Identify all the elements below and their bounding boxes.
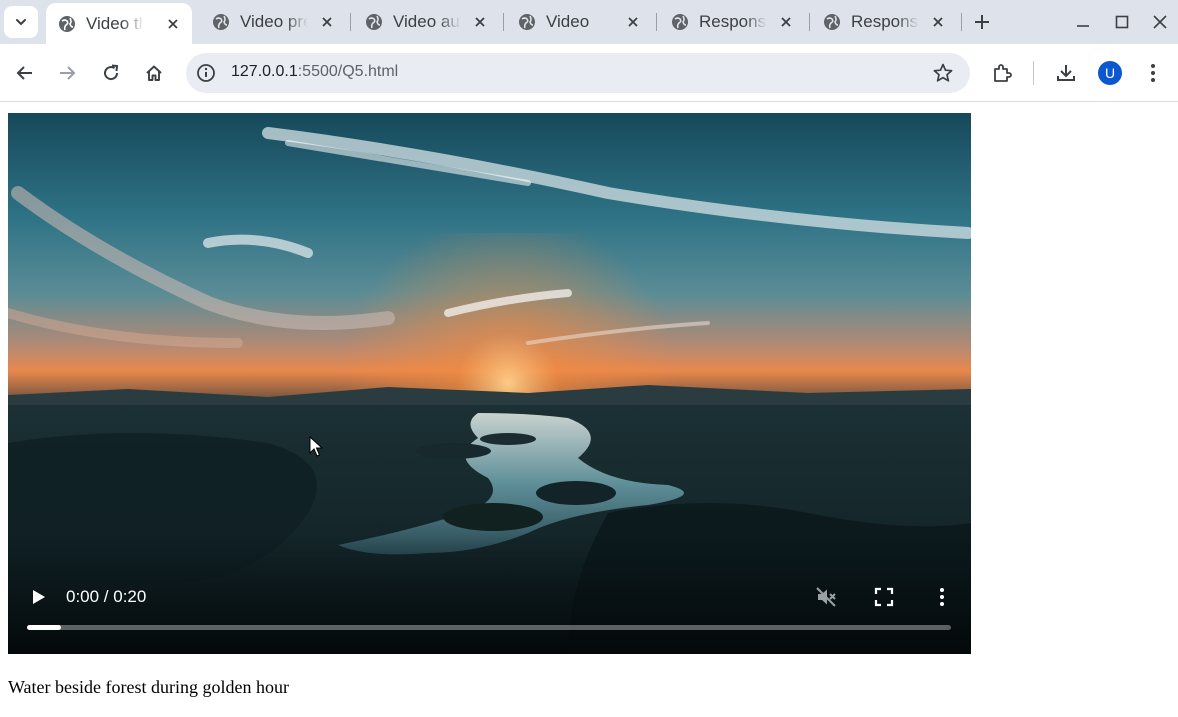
toolbar-separator <box>1033 61 1034 85</box>
volume-muted-icon[interactable] <box>814 585 838 609</box>
tab-separator <box>503 13 504 31</box>
globe-icon <box>519 14 535 30</box>
tab-title: Video <box>546 12 614 32</box>
play-icon[interactable] <box>26 585 50 609</box>
home-button[interactable] <box>140 59 168 87</box>
forward-icon <box>60 66 76 80</box>
tab-title: Video autoplay <box>393 12 461 32</box>
extensions-icon <box>994 64 1012 82</box>
tab-responsive-video[interactable]: Responsive video <box>659 4 805 40</box>
maximize-icon <box>1115 15 1129 29</box>
info-icon[interactable] <box>195 62 217 84</box>
tab-separator <box>350 13 351 31</box>
close-tab-icon[interactable] <box>164 15 182 33</box>
close-tab-icon[interactable] <box>624 13 642 31</box>
reload-button[interactable] <box>97 59 125 87</box>
url-text[interactable]: 127.0.0.1:5500/Q5.html <box>231 63 398 81</box>
address-bar[interactable]: 127.0.0.1:5500/Q5.html <box>186 53 970 93</box>
close-tab-icon[interactable] <box>777 13 795 31</box>
tab-separator <box>809 13 810 31</box>
tab-video-autoplay-2[interactable]: Video autoplay <box>353 4 499 40</box>
star-icon[interactable] <box>932 62 954 84</box>
back-button[interactable] <box>11 59 39 87</box>
tab-search-button[interactable] <box>4 6 38 38</box>
globe-icon <box>824 14 840 30</box>
browser-toolbar: 127.0.0.1:5500/Q5.html U <box>0 44 1178 102</box>
tab-strip: Video that autoplays Video preload Video… <box>0 0 1178 44</box>
tab-title: Video that autoplays <box>86 13 144 34</box>
minimize-button[interactable] <box>1071 10 1095 34</box>
tab-separator <box>656 13 657 31</box>
forward-button[interactable] <box>53 59 81 87</box>
close-tab-icon[interactable] <box>318 13 336 31</box>
close-tab-icon[interactable] <box>471 13 489 31</box>
progress-bar[interactable] <box>27 625 951 630</box>
tab-responsive-video-2[interactable]: Responsive video <box>811 4 957 40</box>
tab-video-preload[interactable]: Video preload <box>200 4 346 40</box>
globe-icon <box>213 14 229 30</box>
url-host: 127.0.0.1 <box>231 63 298 80</box>
more-options-icon[interactable] <box>930 585 954 609</box>
close-window-button[interactable] <box>1148 10 1172 34</box>
more-icon <box>1151 64 1155 82</box>
maximize-button[interactable] <box>1110 10 1134 34</box>
download-icon <box>1057 65 1075 81</box>
new-tab-button[interactable] <box>970 10 994 34</box>
chevron-down-icon <box>16 19 26 26</box>
progress-buffered <box>27 625 62 630</box>
tab-video-autoplay[interactable]: Video that autoplays <box>46 3 192 44</box>
tab-title: Responsive video <box>851 12 919 32</box>
plus-icon <box>975 15 989 29</box>
video-caption: Water beside forest during golden hour <box>8 677 289 697</box>
back-icon <box>16 66 32 80</box>
fullscreen-icon[interactable] <box>872 585 896 609</box>
browser-menu-button[interactable] <box>1139 59 1167 87</box>
close-tab-icon[interactable] <box>929 13 947 31</box>
url-path: :5500/Q5.html <box>297 63 399 80</box>
extensions-button[interactable] <box>988 59 1016 87</box>
tab-title: Responsive video <box>699 12 767 32</box>
globe-icon <box>672 14 688 30</box>
tab-separator <box>961 13 962 31</box>
downloads-button[interactable] <box>1052 59 1080 87</box>
tab-title: Video preload <box>240 12 308 32</box>
globe-icon <box>366 14 382 30</box>
time-display: 0:00 / 0:20 <box>66 587 147 606</box>
minimize-icon <box>1077 25 1089 27</box>
close-icon <box>1153 15 1167 29</box>
reload-icon <box>104 64 119 81</box>
profile-avatar[interactable]: U <box>1098 61 1122 85</box>
video-player[interactable]: 0:00 / 0:20 <box>8 113 971 654</box>
home-icon <box>146 65 162 81</box>
tab-video[interactable]: Video <box>506 4 652 40</box>
globe-icon <box>59 15 75 32</box>
mouse-pointer-icon <box>309 436 323 457</box>
